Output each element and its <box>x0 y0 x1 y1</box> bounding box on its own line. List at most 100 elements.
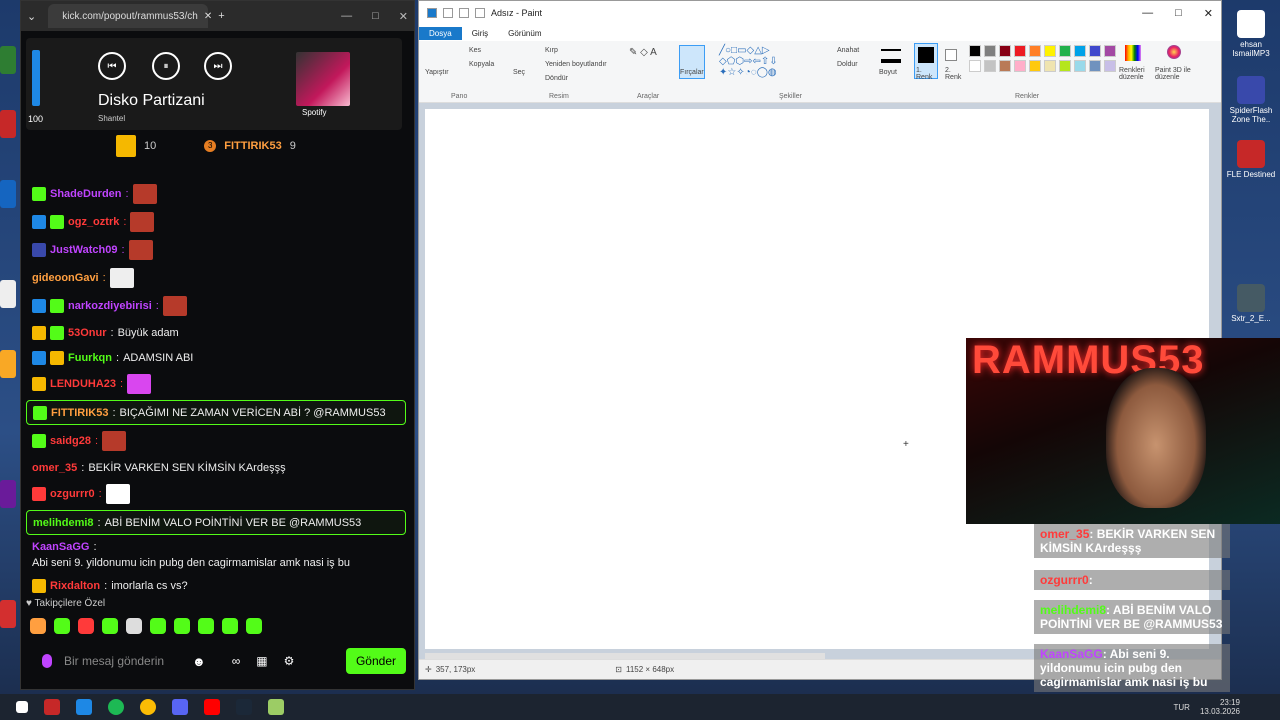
desktop-icon[interactable] <box>0 350 16 378</box>
rotate-button[interactable]: Döndür <box>545 75 568 82</box>
emote-icon[interactable] <box>54 618 70 634</box>
palette-swatch[interactable] <box>969 45 981 57</box>
emote-icon[interactable] <box>174 618 190 634</box>
emote-icon[interactable] <box>222 618 238 634</box>
language-indicator[interactable]: TUR <box>1174 703 1190 712</box>
chat-message[interactable]: JustWatch09: <box>26 236 406 264</box>
microphone-icon[interactable] <box>42 654 52 668</box>
desktop-icon[interactable] <box>0 600 16 628</box>
undo-icon[interactable] <box>459 8 469 18</box>
size-icon[interactable] <box>881 49 901 63</box>
palette-swatch[interactable] <box>984 60 996 72</box>
resize-button[interactable]: Yeniden boyutlandır <box>545 61 607 68</box>
emoji-icon[interactable]: ☻ <box>192 654 206 669</box>
emote-icon[interactable] <box>102 618 118 634</box>
palette-swatch[interactable] <box>1089 60 1101 72</box>
crop-button[interactable]: Kırp <box>545 47 558 54</box>
palette-swatch[interactable] <box>1059 45 1071 57</box>
palette-swatch[interactable] <box>1089 45 1101 57</box>
desktop-icon[interactable] <box>0 280 16 308</box>
chat-user[interactable]: FITTIRIK53 <box>51 407 108 419</box>
palette-swatch[interactable] <box>984 45 996 57</box>
emote-icon[interactable] <box>30 618 46 634</box>
pencil-icon[interactable]: ✎ ◇ A <box>629 47 657 58</box>
chat-message[interactable]: Rixdalton: imorlarla cs vs? <box>26 573 406 598</box>
fill-button[interactable]: Doldur <box>837 61 858 68</box>
volume-bar[interactable] <box>32 50 40 106</box>
chat-message[interactable]: 53Onur: Büyük adam <box>26 320 406 345</box>
outline-button[interactable]: Anahat <box>837 47 859 54</box>
palette-swatch[interactable] <box>1104 45 1116 57</box>
chat-message[interactable]: narkozdiyebirisi: <box>26 292 406 320</box>
chat-user[interactable]: ozgurrr0 <box>50 488 95 500</box>
palette-swatch[interactable] <box>999 45 1011 57</box>
windows-start-icon[interactable] <box>16 701 28 713</box>
maximize-button[interactable]: □ <box>1175 7 1182 20</box>
pause-icon[interactable]: ⏸ <box>152 52 180 80</box>
chat-user[interactable]: Fuurkqn <box>68 352 112 364</box>
cut-button[interactable]: Kes <box>469 47 481 54</box>
chat-user[interactable]: ShadeDurden <box>50 188 122 200</box>
desktop-icon[interactable]: ehsan IsmailMP3 <box>1224 10 1278 58</box>
chat-message[interactable]: saidg28: <box>26 427 406 455</box>
save-icon[interactable] <box>443 8 453 18</box>
desktop-icon[interactable]: Sxtr_2_E... <box>1224 284 1278 323</box>
chat-message[interactable]: ogz_oztrk: <box>26 208 406 236</box>
emote-icon[interactable] <box>78 618 94 634</box>
emote-icon[interactable] <box>198 618 214 634</box>
minimize-button[interactable]: — <box>341 10 352 23</box>
select-button[interactable]: Seç <box>513 69 525 76</box>
palette-swatch[interactable] <box>1014 45 1026 57</box>
previous-track-icon[interactable]: ⏮ <box>98 52 126 80</box>
desktop-icon[interactable]: SpiderFlash Zone The.. <box>1224 76 1278 124</box>
palette-swatch[interactable] <box>1044 60 1056 72</box>
emote-icon[interactable] <box>150 618 166 634</box>
paint-taskbar-icon[interactable] <box>268 699 284 715</box>
tab-view[interactable]: Görünüm <box>498 27 551 40</box>
copy-button[interactable]: Kopyala <box>469 61 494 68</box>
youtube-icon[interactable] <box>204 699 220 715</box>
palette-swatch[interactable] <box>1074 60 1086 72</box>
paint3d-icon[interactable] <box>1167 45 1181 59</box>
tab-file[interactable]: Dosya <box>419 26 462 40</box>
emote-icon[interactable] <box>126 618 142 634</box>
browser-tab[interactable]: kick.com/popout/rammus53/ch ✕ <box>48 4 212 28</box>
desktop-icon[interactable] <box>0 480 16 508</box>
discord-icon[interactable] <box>172 699 188 715</box>
maximize-button[interactable]: □ <box>372 10 379 23</box>
chat-user[interactable]: gideoonGavi <box>32 272 99 284</box>
close-window-button[interactable]: ✕ <box>399 10 408 23</box>
chat-message[interactable]: Fuurkqn: ADAMSIN ABI <box>26 345 406 370</box>
chat-message[interactable]: omer_35: BEKİR VARKEN SEN KİMSİN KArdeşşş <box>26 455 406 480</box>
chat-message[interactable]: KaanSaGG: Abi seni 9. yildonumu icin pubg… <box>26 537 406 573</box>
next-track-icon[interactable]: ⏭ <box>204 52 232 80</box>
chat-user[interactable]: Rixdalton <box>50 580 100 592</box>
taskbar-app-icon[interactable] <box>76 699 92 715</box>
edit-colors-icon[interactable] <box>1125 45 1141 61</box>
palette-swatch[interactable] <box>999 60 1011 72</box>
color2-button[interactable] <box>945 49 957 61</box>
steam-icon[interactable] <box>236 699 252 715</box>
minimize-button[interactable]: — <box>1142 7 1153 20</box>
palette-swatch[interactable] <box>1074 45 1086 57</box>
chat-user[interactable]: LENDUHA23 <box>50 378 116 390</box>
chat-user[interactable]: JustWatch09 <box>50 244 117 256</box>
chevron-down-icon[interactable]: ⌄ <box>27 10 36 23</box>
palette-swatch[interactable] <box>1104 60 1116 72</box>
desktop-icon[interactable] <box>0 180 16 208</box>
chat-user[interactable]: ogz_oztrk <box>68 216 119 228</box>
gear-icon[interactable]: ⚙ <box>284 654 295 668</box>
desktop-icon[interactable]: FLE Destined <box>1224 140 1278 179</box>
chrome-icon[interactable] <box>140 699 156 715</box>
redo-icon[interactable] <box>475 8 485 18</box>
palette-swatch[interactable] <box>1029 60 1041 72</box>
desktop-icon[interactable] <box>0 46 16 74</box>
palette-swatch[interactable] <box>1044 45 1056 57</box>
tab-home[interactable]: Giriş <box>462 27 498 40</box>
chat-user[interactable]: 53Onur <box>68 327 107 339</box>
close-window-button[interactable]: ✕ <box>1204 7 1213 20</box>
chat-message[interactable]: ShadeDurden: <box>26 180 406 208</box>
chat-message[interactable]: ozgurrr0: <box>26 480 406 508</box>
new-tab-button[interactable]: + <box>218 10 224 22</box>
shapes-gallery[interactable]: ╱○□▭◇△▷ ◇⬠⬡⇨⇦⇧⇩ ✦☆✧◔◌◯◍ <box>719 45 778 78</box>
